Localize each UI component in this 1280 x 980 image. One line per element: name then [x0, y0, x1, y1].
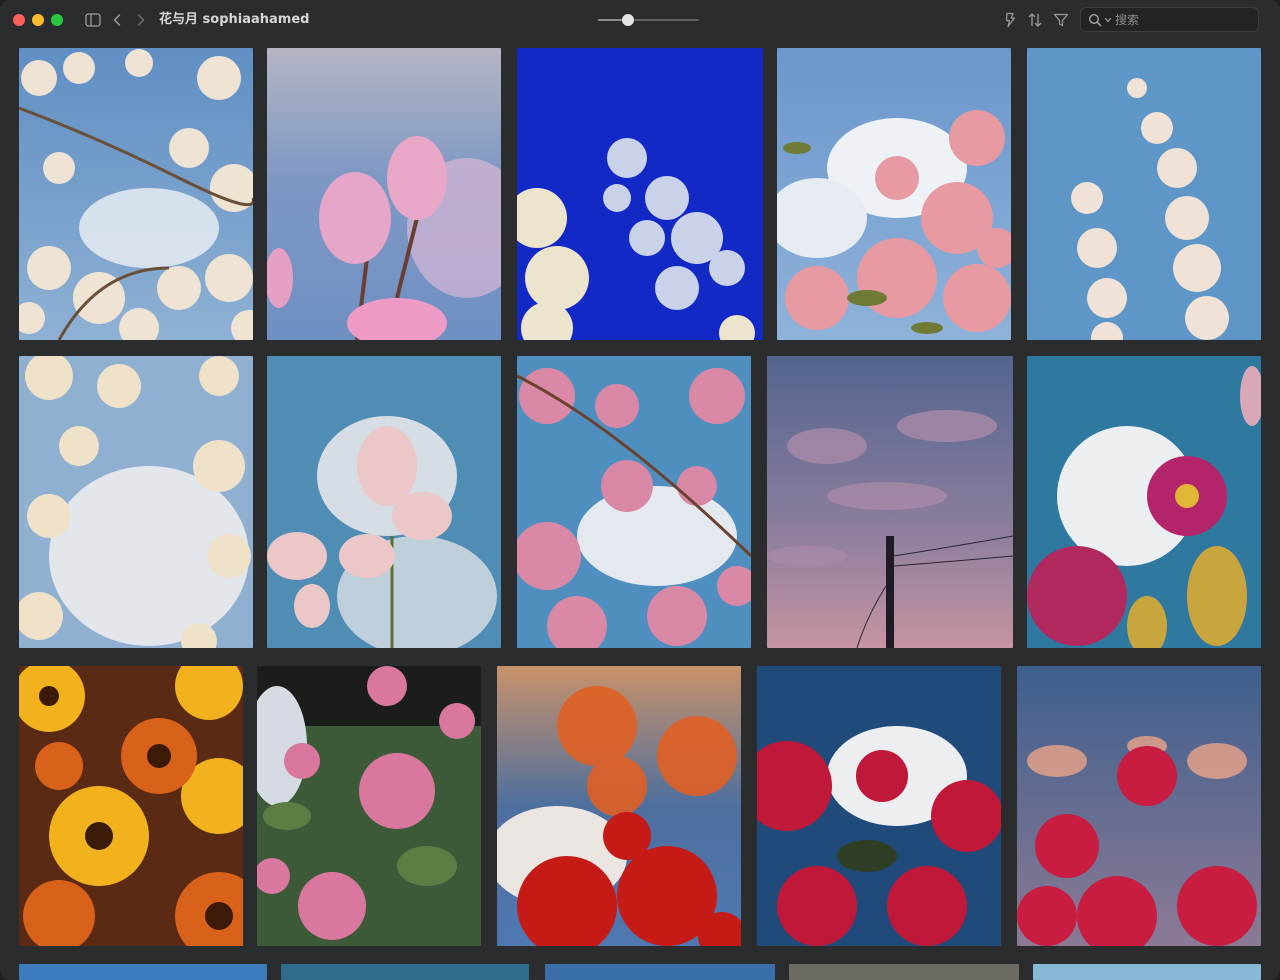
search-input[interactable]: [1115, 10, 1251, 29]
photo-thumbnail[interactable]: [267, 48, 501, 340]
photo-thumbnail[interactable]: [757, 666, 1001, 946]
photo-thumbnail[interactable]: [545, 964, 775, 980]
photo-grid: [0, 40, 1280, 980]
zoom-slider[interactable]: [598, 13, 699, 27]
photo-thumbnail[interactable]: [767, 356, 1013, 648]
funnel-icon: [1053, 13, 1069, 27]
photo-thumbnail[interactable]: [1017, 666, 1261, 946]
search-field[interactable]: [1080, 7, 1259, 32]
photo-thumbnail[interactable]: [1033, 964, 1261, 980]
window-title: 花与月 sophiaahamed: [159, 12, 310, 27]
chevron-down-icon[interactable]: [1104, 16, 1112, 24]
sidebar-toggle-button[interactable]: [84, 10, 102, 30]
minimize-window-button[interactable]: [32, 14, 44, 26]
photo-thumbnail[interactable]: [777, 48, 1011, 340]
forward-button[interactable]: [134, 10, 148, 30]
photo-thumbnail[interactable]: [267, 356, 501, 648]
quick-actions-button[interactable]: [1001, 10, 1019, 30]
photo-thumbnail[interactable]: [19, 964, 267, 980]
photo-thumbnail[interactable]: [1027, 356, 1261, 648]
back-button[interactable]: [110, 10, 124, 30]
search-icon: [1088, 13, 1102, 27]
zoom-slider-knob[interactable]: [622, 14, 634, 26]
photo-thumbnail[interactable]: [497, 666, 741, 946]
sort-arrows-icon: [1028, 13, 1042, 27]
photo-thumbnail[interactable]: [281, 964, 529, 980]
title-bar: 花与月 sophiaahamed: [0, 0, 1280, 40]
sidebar-toggle-icon: [85, 13, 101, 27]
chevron-left-icon: [113, 14, 121, 26]
photo-thumbnail[interactable]: [257, 666, 481, 946]
lightning-icon: [1005, 12, 1016, 28]
photo-thumbnail[interactable]: [517, 48, 763, 340]
photo-thumbnail[interactable]: [1027, 48, 1261, 340]
photo-thumbnail[interactable]: [19, 356, 253, 648]
close-window-button[interactable]: [13, 14, 25, 26]
zoom-window-button[interactable]: [51, 14, 63, 26]
sort-button[interactable]: [1026, 10, 1044, 30]
filter-button[interactable]: [1052, 10, 1070, 30]
app-window: 花与月 sophiaahamed: [0, 0, 1280, 980]
chevron-right-icon: [137, 14, 145, 26]
photo-thumbnail[interactable]: [19, 48, 253, 340]
photo-thumbnail[interactable]: [19, 666, 243, 946]
photo-thumbnail[interactable]: [517, 356, 751, 648]
photo-thumbnail[interactable]: [789, 964, 1019, 980]
